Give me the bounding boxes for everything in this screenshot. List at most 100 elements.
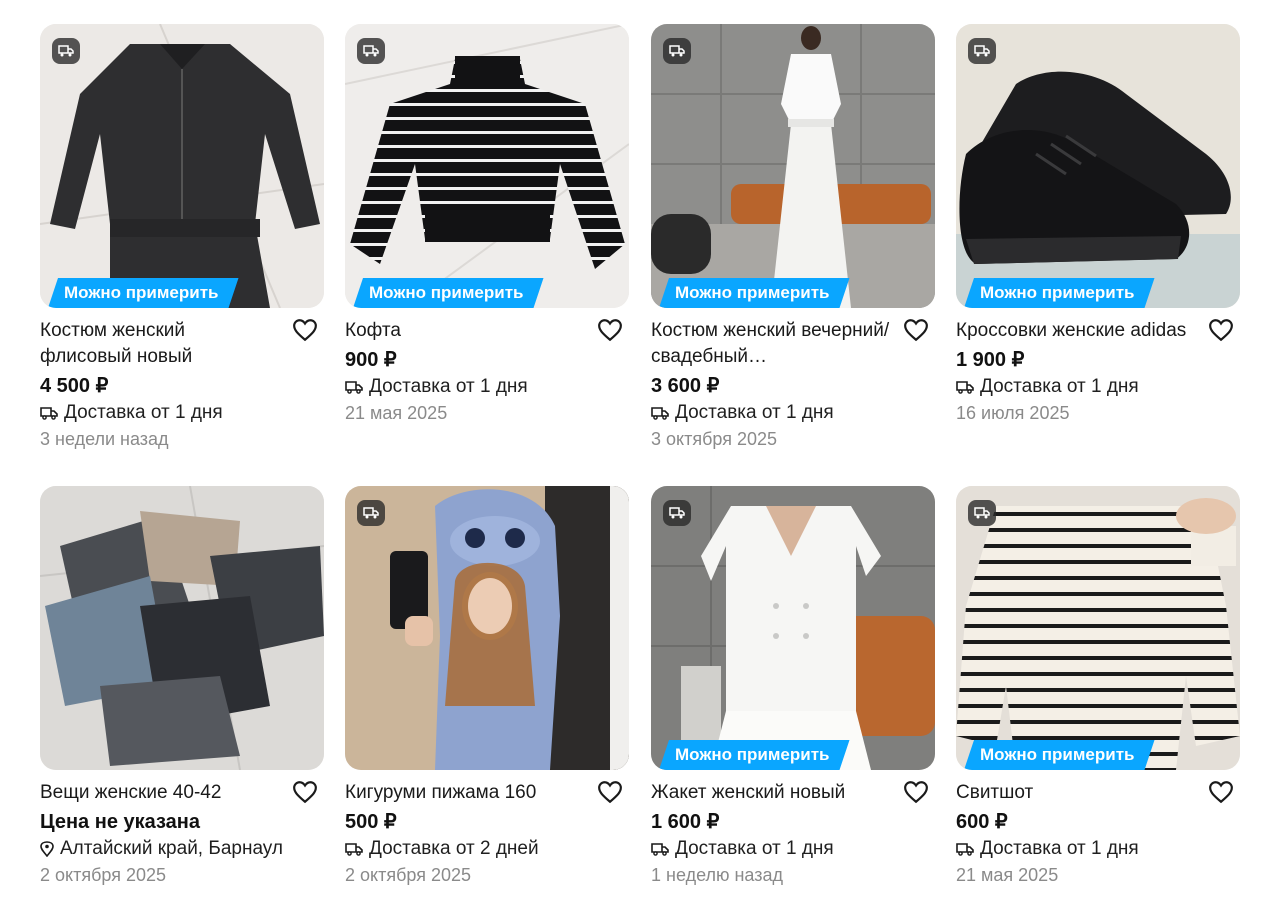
truck-icon — [40, 407, 58, 420]
delivery-badge — [663, 500, 691, 526]
listing-title[interactable]: Костюм женский флисовый новый — [40, 318, 280, 370]
truck-icon — [974, 507, 990, 519]
truck-icon — [363, 507, 379, 519]
delivery-text: Доставка от 1 дня — [675, 838, 834, 859]
delivery-text: Доставка от 1 дня — [64, 402, 223, 423]
delivery-info: Доставка от 2 дней — [345, 836, 629, 862]
listing-date: 3 октября 2025 — [651, 429, 777, 449]
delivery-info: Доставка от 1 дня — [40, 400, 324, 426]
listing-price: Цена не указана — [40, 811, 200, 833]
product-photo[interactable]: Можно примерить — [651, 486, 935, 770]
try-on-badge: Можно примерить — [48, 278, 239, 308]
delivery-text: Доставка от 1 дня — [675, 402, 834, 423]
favorite-heart-icon[interactable] — [292, 780, 318, 804]
delivery-info: Доставка от 1 дня — [956, 836, 1240, 862]
try-on-badge: Можно примерить — [964, 740, 1155, 770]
listing-date: 3 недели назад — [40, 429, 169, 449]
product-photo[interactable]: Можно примерить — [40, 24, 324, 308]
delivery-badge — [968, 38, 996, 64]
delivery-badge — [357, 500, 385, 526]
location-pin-icon — [40, 841, 54, 857]
listing-date: 2 октября 2025 — [345, 865, 471, 885]
listing-date: 16 июля 2025 — [956, 403, 1070, 423]
listing-price: 900 ₽ — [345, 349, 397, 371]
photo-striped-sweatshirt — [956, 486, 1240, 770]
listing-title[interactable]: Кроссовки женские adidas — [956, 318, 1196, 344]
delivery-text: Доставка от 1 дня — [980, 376, 1139, 397]
listing-price: 1 900 ₽ — [956, 349, 1025, 371]
try-on-badge: Можно примерить — [964, 278, 1155, 308]
photo-kigurumi-pajama — [345, 486, 629, 770]
delivery-badge — [968, 500, 996, 526]
truck-icon — [345, 381, 363, 394]
listing-card[interactable]: Можно примерить Кофта 900 ₽ Доставка от … — [345, 24, 629, 426]
product-photo[interactable]: Можно примерить — [956, 486, 1240, 770]
photo-black-sneakers — [956, 24, 1240, 308]
product-photo[interactable] — [40, 486, 324, 770]
listing-price: 4 500 ₽ — [40, 375, 109, 397]
listing-title[interactable]: Жакет женский новый — [651, 780, 891, 806]
listing-card[interactable]: Можно примерить Жакет женский новый 1 60… — [651, 486, 935, 888]
listing-card[interactable]: Кигуруми пижама 160 500 ₽ Доставка от 2 … — [345, 486, 629, 888]
listing-title[interactable]: Свитшот — [956, 780, 1196, 806]
try-on-badge: Можно примерить — [659, 278, 850, 308]
try-on-badge: Можно примерить — [659, 740, 850, 770]
listing-date: 21 мая 2025 — [345, 403, 448, 423]
listing-title[interactable]: Кигуруми пижама 160 — [345, 780, 585, 806]
truck-icon — [363, 45, 379, 57]
listing-card[interactable]: Можно примерить Кроссовки женские adidas… — [956, 24, 1240, 426]
listing-price: 1 600 ₽ — [651, 811, 720, 833]
delivery-info: Доставка от 1 дня — [956, 374, 1240, 400]
try-on-badge: Можно примерить — [353, 278, 544, 308]
favorite-heart-icon[interactable] — [903, 780, 929, 804]
delivery-info: Доставка от 1 дня — [345, 374, 629, 400]
photo-fleece-suit — [40, 24, 324, 308]
truck-icon — [956, 843, 974, 856]
listing-date: 21 мая 2025 — [956, 865, 1059, 885]
truck-icon — [974, 45, 990, 57]
delivery-info: Доставка от 1 дня — [651, 400, 935, 426]
truck-icon — [669, 45, 685, 57]
listing-title[interactable]: Кофта — [345, 318, 585, 344]
listing-title[interactable]: Вещи женские 40-42 — [40, 780, 280, 806]
product-photo[interactable]: Можно примерить — [345, 24, 629, 308]
truck-icon — [956, 381, 974, 394]
photo-clothes-bags — [40, 486, 324, 770]
listing-title[interactable]: Костюм женский вечерний/свадебный… — [651, 318, 891, 370]
favorite-heart-icon[interactable] — [1208, 780, 1234, 804]
listing-price: 3 600 ₽ — [651, 375, 720, 397]
listing-card[interactable]: Можно примерить Свитшот 600 ₽ Доставка о… — [956, 486, 1240, 888]
listing-date: 2 октября 2025 — [40, 865, 166, 885]
listing-card[interactable]: Можно примерить Костюм женский флисовый … — [40, 24, 324, 452]
photo-white-evening-suit — [651, 24, 935, 308]
favorite-heart-icon[interactable] — [597, 318, 623, 342]
truck-icon — [651, 843, 669, 856]
truck-icon — [669, 507, 685, 519]
favorite-heart-icon[interactable] — [597, 780, 623, 804]
delivery-text: Доставка от 1 дня — [980, 838, 1139, 859]
delivery-badge — [663, 38, 691, 64]
favorite-heart-icon[interactable] — [903, 318, 929, 342]
listing-card[interactable]: Можно примерить Костюм женский вечерний/… — [651, 24, 935, 452]
location-text: Алтайский край, Барнаул — [60, 838, 283, 859]
favorite-heart-icon[interactable] — [292, 318, 318, 342]
delivery-badge — [357, 38, 385, 64]
delivery-text: Доставка от 1 дня — [369, 376, 528, 397]
listing-date: 1 неделю назад — [651, 865, 784, 885]
truck-icon — [345, 843, 363, 856]
delivery-info: Доставка от 1 дня — [651, 836, 935, 862]
product-photo[interactable] — [345, 486, 629, 770]
photo-white-jacket — [651, 486, 935, 770]
favorite-heart-icon[interactable] — [1208, 318, 1234, 342]
photo-striped-sweater — [345, 24, 629, 308]
listing-card[interactable]: Вещи женские 40-42 Цена не указана Алтай… — [40, 486, 324, 888]
truck-icon — [651, 407, 669, 420]
listing-price: 600 ₽ — [956, 811, 1008, 833]
product-photo[interactable]: Можно примерить — [956, 24, 1240, 308]
listing-price: 500 ₽ — [345, 811, 397, 833]
delivery-badge — [52, 38, 80, 64]
product-photo[interactable]: Можно примерить — [651, 24, 935, 308]
delivery-text: Доставка от 2 дней — [369, 838, 539, 859]
truck-icon — [58, 45, 74, 57]
location-info: Алтайский край, Барнаул — [40, 836, 324, 862]
